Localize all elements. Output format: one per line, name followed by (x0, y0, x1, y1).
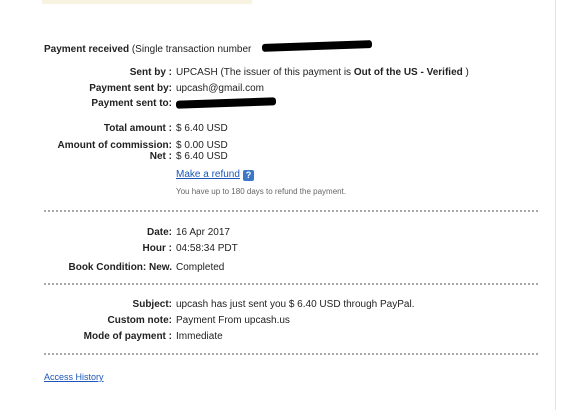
row-net: Net : $ 6.40 USD (0, 151, 555, 163)
row-total-amount: Total amount : $ 6.40 USD (0, 123, 555, 135)
payment-sent-by-email: upcash@gmail.com (176, 83, 264, 94)
refund-container: Make a refund? (176, 169, 254, 181)
page-title: Payment received (44, 44, 130, 55)
question-mark-icon[interactable]: ? (242, 170, 254, 181)
subject-value: upcash has just sent you $ 6.40 USD thro… (176, 299, 415, 310)
footer: Access History (44, 372, 104, 382)
sent-by-name: UPCASH (The issuer of this payment is (176, 67, 354, 78)
sent-by-status: Out of the US - Verified (353, 67, 463, 78)
sent-by-value: UPCASH (The issuer of this payment is Ou… (176, 67, 469, 79)
row-sent-by: Sent by : UPCASH (The issuer of this pay… (0, 67, 555, 79)
status-value: Completed (176, 262, 225, 273)
divider-3 (44, 353, 538, 355)
sent-by-label: Sent by : (129, 67, 172, 78)
total-amount-label: Total amount : (103, 123, 172, 134)
hour-label: Hour : (142, 243, 172, 254)
row-payment-sent-by: Payment sent by: upcash@gmail.com (0, 83, 555, 95)
row-date: Date: 16 Apr 2017 (0, 227, 555, 239)
row-mode-of-payment: Mode of payment : Immediate (0, 331, 555, 343)
access-history-link[interactable]: Access History (44, 372, 104, 382)
row-payment-sent-to: Payment sent to: (0, 98, 555, 110)
hour-value: 04:58:34 PDT (176, 243, 238, 254)
faded-header-remnant (42, 0, 252, 4)
refund-note: You have up to 180 days to refund the pa… (176, 187, 347, 196)
make-refund-link[interactable]: Make a refund (176, 169, 240, 180)
total-amount-value: $ 6.40 USD (176, 123, 228, 134)
custom-note-label: Custom note: (107, 315, 172, 326)
net-label: Net : (149, 151, 172, 162)
date-label: Date: (146, 227, 172, 238)
net-value: $ 6.40 USD (176, 151, 228, 162)
subject-label: Subject: (132, 299, 172, 310)
row-book-condition: Book Condition: New. Completed (0, 262, 555, 274)
date-value: 16 Apr 2017 (176, 227, 230, 238)
book-condition-label: Book Condition: New. (68, 262, 172, 273)
page-border (555, 0, 556, 410)
row-refund: Make a refund? (0, 169, 555, 181)
sent-by-suffix: ) (462, 67, 469, 78)
mode-of-payment-label: Mode of payment : (83, 331, 172, 342)
custom-note-value: Payment From upcash.us (176, 315, 290, 326)
divider-2 (44, 283, 538, 285)
payment-header: Payment received (Single transaction num… (44, 44, 251, 55)
top-bar (0, 0, 567, 8)
payment-sent-to-label: Payment sent to: (91, 98, 172, 109)
row-hour: Hour : 04:58:34 PDT (0, 243, 555, 255)
row-custom-note: Custom note: Payment From upcash.us (0, 315, 555, 327)
transaction-number-label: (Single transaction number (131, 44, 252, 55)
redaction-transaction-number (261, 40, 373, 52)
payment-sent-by-label: Payment sent by: (89, 83, 172, 94)
mode-of-payment-value: Immediate (176, 331, 223, 342)
row-subject: Subject: upcash has just sent you $ 6.40… (0, 299, 555, 311)
divider-1 (44, 210, 538, 212)
